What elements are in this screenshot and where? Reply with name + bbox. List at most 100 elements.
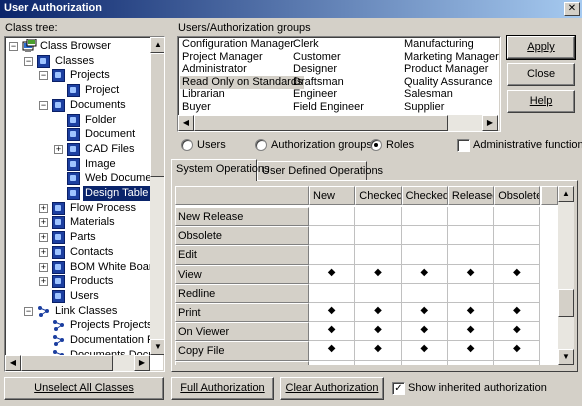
grid-cell[interactable] — [494, 245, 541, 265]
user-group-item[interactable]: Field Engineer — [291, 101, 366, 114]
user-group-item[interactable]: Read Only on Standards — [180, 75, 305, 89]
grid-cell[interactable]: ◆ — [309, 264, 356, 284]
user-group-item[interactable]: Designer — [291, 63, 339, 76]
grid-cell[interactable]: ◆ — [447, 341, 495, 361]
grid-cell[interactable]: ◆ — [309, 322, 356, 342]
grid-cell[interactable] — [447, 283, 495, 303]
expand-icon[interactable]: + — [39, 233, 48, 243]
grid-cell[interactable]: ◆ — [494, 341, 541, 361]
roles-radio[interactable] — [370, 139, 382, 151]
grid-row-header[interactable]: Obsolete — [175, 226, 309, 246]
show-inherited-checkbox[interactable]: ✓ — [392, 382, 405, 395]
tree-item[interactable]: + Materials — [5, 215, 150, 230]
tab-system-operations[interactable]: System Operations — [171, 159, 270, 181]
tree-item[interactable]: − Projects — [5, 68, 150, 83]
clear-authorization-button[interactable]: Clear Authorization — [280, 377, 384, 400]
grid-cell[interactable] — [355, 360, 402, 365]
grid-row-header[interactable]: Print — [175, 303, 309, 323]
user-group-item[interactable]: Manufacturing — [402, 38, 476, 51]
tree-item[interactable]: Image — [5, 157, 150, 172]
grid-row-header[interactable]: Redline — [175, 283, 309, 303]
grid-cell[interactable] — [401, 245, 448, 265]
grid-cell[interactable]: ◆ — [401, 303, 448, 323]
grid-row-header[interactable]: Copy File — [175, 341, 309, 361]
grid-cell[interactable] — [447, 360, 495, 365]
expand-icon[interactable]: + — [39, 262, 48, 272]
grid-column-header[interactable]: New — [309, 186, 356, 205]
grid-cell[interactable] — [447, 245, 495, 265]
tree-item[interactable]: Users — [5, 289, 150, 304]
expand-icon[interactable]: + — [39, 277, 48, 287]
tree-item[interactable]: + Products — [5, 274, 150, 289]
collapse-icon[interactable]: − — [39, 71, 48, 81]
scroll-up-arrow-icon[interactable]: ▲ — [150, 37, 164, 53]
grid-row-header[interactable]: On Drop Files — [175, 360, 309, 365]
user-group-item[interactable]: Quality Assurance — [402, 76, 495, 89]
scroll-thumb[interactable] — [150, 53, 164, 177]
grid-vertical-scrollbar[interactable]: ▲ ▼ — [558, 186, 574, 365]
grid-cell[interactable]: ◆ — [494, 303, 541, 323]
grid-cell[interactable] — [309, 360, 356, 365]
user-group-item[interactable]: Marketing Manager — [402, 51, 500, 64]
collapse-icon[interactable]: − — [9, 42, 18, 51]
grid-cell[interactable] — [494, 207, 541, 227]
expand-icon[interactable]: + — [39, 203, 48, 213]
tree-item[interactable]: + Contacts — [5, 245, 150, 260]
expand-icon[interactable]: + — [39, 247, 48, 257]
class-tree[interactable]: − Class Browser − Classes − Projects Project − D… — [4, 36, 165, 372]
user-group-item[interactable]: Product Manager — [402, 63, 490, 76]
grid-cell[interactable] — [355, 245, 402, 265]
tree-item[interactable]: + Parts — [5, 230, 150, 245]
grid-cell[interactable] — [309, 283, 356, 303]
grid-cell[interactable] — [494, 283, 541, 303]
user-group-item[interactable]: Administrator — [180, 63, 249, 76]
grid-cell[interactable]: ◆ — [447, 322, 495, 342]
grid-cell[interactable]: ◆ — [309, 341, 356, 361]
administrative-functions-label[interactable]: Administrative functions — [473, 139, 582, 151]
tree-item[interactable]: − Link Classes — [5, 304, 150, 319]
grid-row-header[interactable]: New Release — [175, 207, 309, 227]
grid-cell[interactable] — [494, 226, 541, 246]
close-window-button[interactable]: ✕ — [564, 2, 580, 16]
grid-cell[interactable]: ◆ — [494, 322, 541, 342]
grid-cell[interactable]: ◆ — [355, 322, 402, 342]
tree-item[interactable]: Documentation Proj — [5, 333, 150, 348]
grid-column-header[interactable]: Checked ( — [401, 186, 448, 205]
grid-cell[interactable] — [355, 226, 402, 246]
grid-cell[interactable] — [309, 226, 356, 246]
tree-item[interactable]: + CAD Files — [5, 142, 150, 157]
tab-user-defined-operations[interactable]: User Defined Operations — [257, 161, 383, 181]
user-group-item[interactable]: Buyer — [180, 101, 213, 114]
collapse-icon[interactable]: − — [24, 56, 33, 66]
grid-row-header[interactable]: Edit — [175, 245, 309, 265]
grid-cell[interactable] — [309, 245, 356, 265]
user-group-item[interactable]: Customer — [291, 51, 343, 64]
operations-grid[interactable]: NewChecked IChecked (ReleasedObsoleteNew… — [175, 186, 558, 365]
grid-cell[interactable]: ◆ — [401, 322, 448, 342]
user-group-item[interactable]: Librarian — [180, 88, 227, 101]
roles-radio-label[interactable]: Roles — [386, 139, 414, 151]
grid-cell[interactable]: ◆ — [447, 264, 495, 284]
class-tree-vertical-scrollbar[interactable]: ▲ ▼ — [150, 37, 164, 355]
grid-cell[interactable]: ◆ — [355, 264, 402, 284]
user-group-item[interactable]: Project Manager — [180, 51, 265, 64]
scroll-thumb[interactable] — [21, 355, 113, 371]
authorization-groups-radio[interactable] — [255, 139, 267, 151]
grid-cell[interactable]: ◆ — [401, 264, 448, 284]
grid-cell[interactable] — [355, 283, 402, 303]
tree-item[interactable]: + Flow Process — [5, 201, 150, 216]
users-radio[interactable] — [181, 139, 193, 151]
class-tree-horizontal-scrollbar[interactable]: ◀ ▶ — [5, 355, 150, 371]
grid-cell[interactable]: ◆ — [401, 341, 448, 361]
tree-item[interactable]: Design Table — [5, 186, 150, 201]
tree-item[interactable]: − Classes — [5, 54, 150, 69]
scroll-thumb[interactable] — [558, 289, 574, 317]
tree-item[interactable]: Document — [5, 127, 150, 142]
tree-item[interactable]: − Class Browser — [5, 38, 150, 54]
authorization-groups-radio-label[interactable]: Authorization groups — [271, 139, 372, 151]
users-groups-list[interactable]: Configuration Manager Project Manager Admi… — [177, 36, 501, 132]
help-button[interactable]: Help — [507, 90, 575, 113]
close-button[interactable]: Close — [507, 63, 575, 86]
scroll-left-arrow-icon[interactable]: ◀ — [178, 115, 194, 131]
scroll-up-arrow-icon[interactable]: ▲ — [558, 186, 574, 202]
